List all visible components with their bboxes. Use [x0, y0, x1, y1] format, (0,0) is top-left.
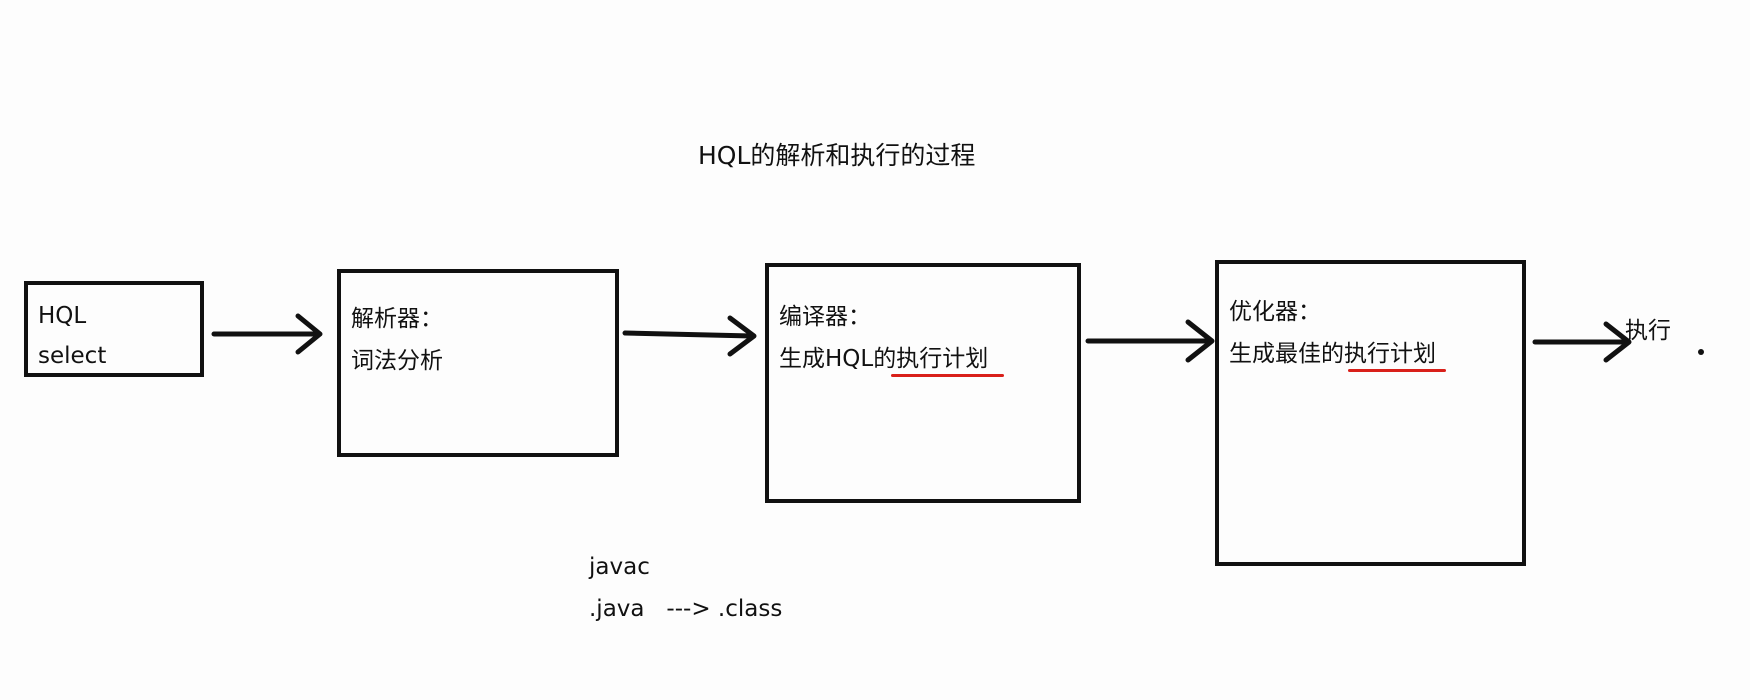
- arrow-optimizer-to-execute: [1532, 321, 1632, 363]
- stray-dot: [1698, 349, 1704, 355]
- arrow-compiler-to-optimizer: [1085, 319, 1215, 363]
- execute-label: 执行: [1625, 318, 1671, 344]
- javac-note-line1: javac: [589, 554, 650, 580]
- arrow-parser-to-compiler: [622, 315, 757, 357]
- arrow-hql-to-parser: [211, 313, 323, 355]
- flow-arrows: [211, 313, 1704, 363]
- javac-note-line2: .java ---> .class: [589, 596, 783, 622]
